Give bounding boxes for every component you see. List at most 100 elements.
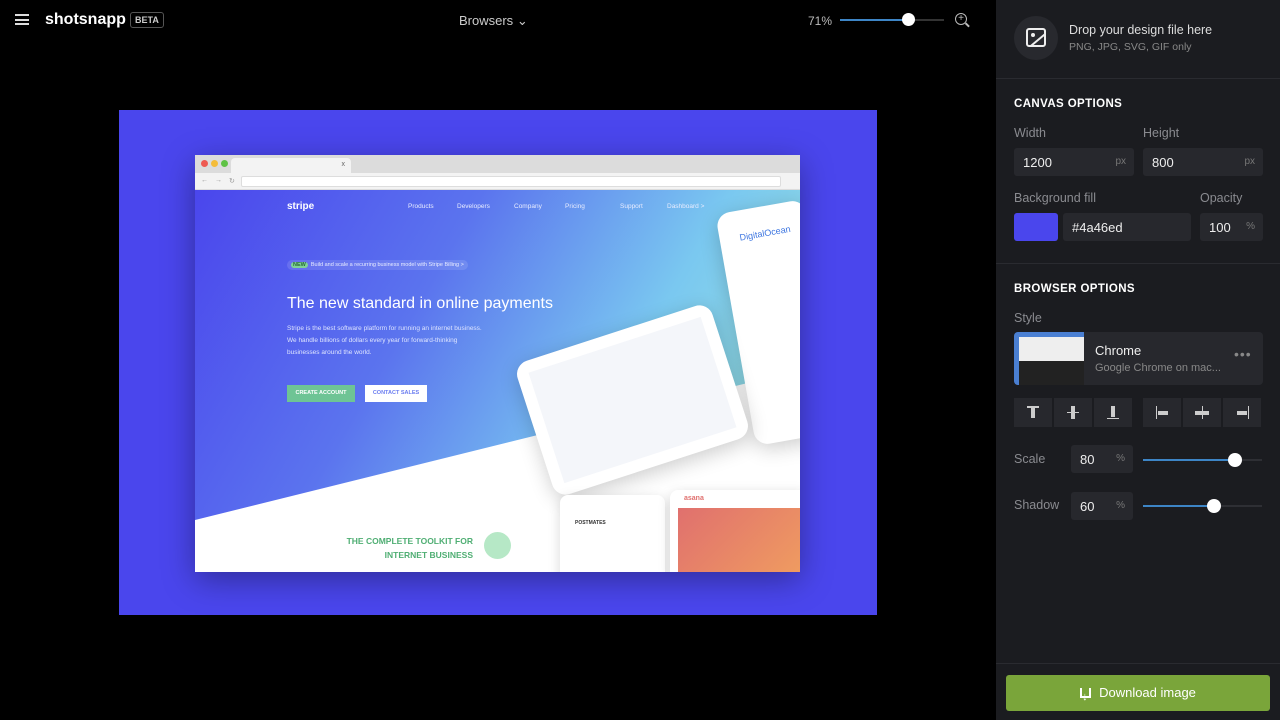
card-brand: POSTMATES xyxy=(575,520,606,526)
align-center-button[interactable] xyxy=(1183,398,1221,427)
shadow-unit: % xyxy=(1116,500,1125,511)
phone-brand: DigitalOcean xyxy=(738,223,792,243)
style-description: Google Chrome on mac... xyxy=(1095,362,1221,374)
site-body: Stripe is the best software platform for… xyxy=(287,325,482,356)
width-input[interactable]: 1200 px xyxy=(1014,148,1134,176)
device-category-dropdown[interactable]: Browsers ⌄ xyxy=(459,13,528,29)
chevron-down-icon: ⌄ xyxy=(516,13,528,28)
background-hex-value: #4a46ed xyxy=(1072,220,1123,235)
top-bar: shotsnapp BETA Browsers ⌄ 71% + xyxy=(0,0,996,42)
close-dot-icon xyxy=(201,160,208,167)
site-nav-item: Pricing xyxy=(565,203,585,210)
shadow-input[interactable]: 60% xyxy=(1071,492,1133,520)
new-badge: NEW xyxy=(291,262,308,268)
thumbnail-toolbar xyxy=(1019,337,1084,361)
divider xyxy=(996,663,1280,664)
drop-title: Drop your design file here xyxy=(1069,23,1213,37)
height-input[interactable]: 800 px xyxy=(1143,148,1263,176)
site-nav-item: Company xyxy=(514,203,542,210)
scale-input[interactable]: 80% xyxy=(1071,445,1133,473)
scale-unit: % xyxy=(1116,453,1125,464)
scale-value: 80 xyxy=(1080,452,1095,467)
address-bar-row: ← → ↻ xyxy=(195,173,800,190)
hamburger-menu-icon[interactable] xyxy=(15,14,29,25)
opacity-input[interactable]: 100% xyxy=(1200,213,1263,241)
browser-mockup: x ← → ↻ stripe Products Developers Compa… xyxy=(195,155,800,572)
style-label: Style xyxy=(1014,311,1042,325)
site-nav-item: Support xyxy=(620,203,643,210)
height-value: 800 xyxy=(1152,155,1174,170)
website-screenshot: stripe Products Developers Company Prici… xyxy=(195,190,800,572)
shadow-slider-fill xyxy=(1143,505,1215,507)
background-hex-input[interactable]: #4a46ed xyxy=(1063,213,1191,241)
horizontal-align-group xyxy=(1143,398,1261,427)
site-toolkit-text: THE COMPLETE TOOLKIT FOR INTERNET BUSINE… xyxy=(346,536,473,560)
site-nav-item: Products xyxy=(408,203,434,210)
site-create-account: CREATE ACCOUNT xyxy=(287,385,355,402)
browser-style-selector[interactable]: Chrome Google Chrome on mac... ••• xyxy=(1014,332,1263,385)
width-label: Width xyxy=(1014,126,1046,140)
align-middle-button[interactable] xyxy=(1054,398,1092,427)
canvas-options-heading: CANVAS OPTIONS xyxy=(1014,98,1123,110)
drop-subtitle: PNG, JPG, SVG, GIF only xyxy=(1069,41,1192,53)
site-headline: The new standard in online payments xyxy=(287,295,553,312)
scale-slider[interactable] xyxy=(1143,453,1262,467)
chrome-thumbnail xyxy=(1014,332,1084,385)
align-left-button[interactable] xyxy=(1143,398,1181,427)
site-nav-item: Dashboard > xyxy=(667,203,705,210)
background-fill-label: Background fill xyxy=(1014,191,1096,205)
device-category-label: Browsers xyxy=(459,13,514,28)
browser-tab: x xyxy=(231,158,351,173)
shadow-label: Shadow xyxy=(1014,498,1060,512)
zoom-slider[interactable] xyxy=(840,13,944,26)
beta-badge: BETA xyxy=(130,12,164,28)
shadow-slider[interactable] xyxy=(1143,499,1262,513)
shadow-slider-thumb[interactable] xyxy=(1207,499,1222,513)
card-brand: asana xyxy=(684,495,704,502)
zoom-level: 71% xyxy=(808,14,833,28)
announcement-pill: NEW Build and scale a recurring business … xyxy=(287,260,468,270)
height-unit: px xyxy=(1244,156,1255,167)
align-bottom-button[interactable] xyxy=(1094,398,1132,427)
minimize-dot-icon xyxy=(211,160,218,167)
download-label: Download image xyxy=(1099,685,1196,700)
align-top-button[interactable] xyxy=(1014,398,1052,427)
zoom-slider-thumb[interactable] xyxy=(901,13,915,26)
back-icon: ← xyxy=(201,177,208,184)
toolkit-icon xyxy=(484,532,511,559)
download-image-button[interactable]: Download image xyxy=(1006,675,1270,715)
scale-label: Scale xyxy=(1014,452,1046,466)
reload-icon: ↻ xyxy=(229,178,235,185)
options-sidebar: Drop your design file here PNG, JPG, SVG… xyxy=(996,0,1280,720)
browser-tab-bar: x xyxy=(195,155,800,173)
opacity-value: 100 xyxy=(1209,220,1231,235)
url-field xyxy=(241,176,781,187)
opacity-unit: % xyxy=(1246,221,1255,232)
more-options-icon[interactable]: ••• xyxy=(1234,346,1252,362)
height-label: Height xyxy=(1143,126,1180,140)
width-value: 1200 xyxy=(1023,155,1052,170)
shadow-value: 60 xyxy=(1080,499,1095,514)
zoom-in-icon[interactable]: + xyxy=(955,13,967,25)
background-color-swatch[interactable] xyxy=(1014,213,1058,241)
announcement-text: Build and scale a recurring business mod… xyxy=(310,262,464,268)
file-drop-zone[interactable] xyxy=(1014,16,1058,60)
image-icon xyxy=(1026,28,1046,47)
maximize-dot-icon xyxy=(221,160,228,167)
site-contact-sales: CONTACT SALES xyxy=(365,385,427,402)
asana-gradient xyxy=(678,508,800,572)
zoom-slider-fill xyxy=(840,19,908,21)
postmates-card: POSTMATES xyxy=(560,495,665,572)
width-unit: px xyxy=(1115,156,1126,167)
site-logo: stripe xyxy=(287,201,315,212)
align-right-button[interactable] xyxy=(1223,398,1261,427)
browser-options-heading: BROWSER OPTIONS xyxy=(1014,283,1136,295)
download-icon xyxy=(1080,679,1092,715)
divider xyxy=(996,78,1280,79)
vertical-align-group xyxy=(1014,398,1132,427)
opacity-label: Opacity xyxy=(1200,191,1243,205)
tab-close-icon: x xyxy=(341,161,346,168)
asana-card: asana xyxy=(670,490,800,572)
scale-slider-thumb[interactable] xyxy=(1227,453,1242,467)
site-nav-item: Developers xyxy=(457,203,490,210)
